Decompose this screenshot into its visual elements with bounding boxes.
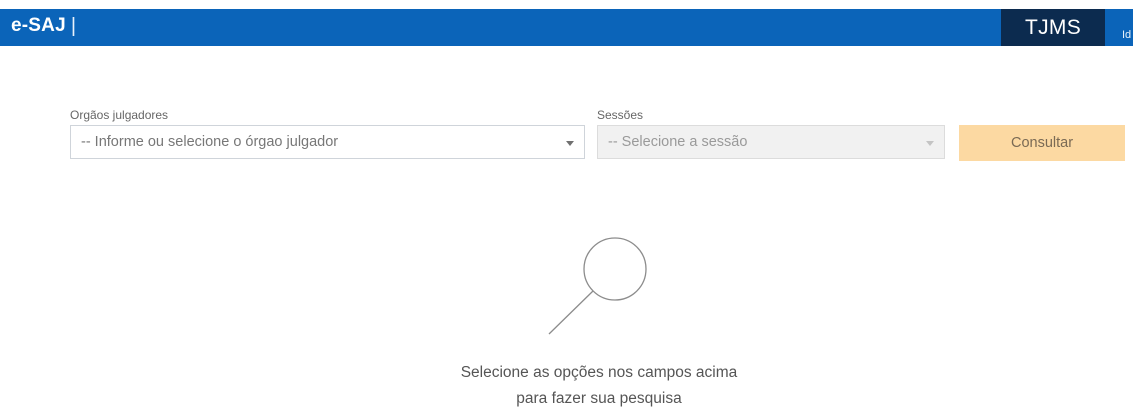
empty-state-message: Selecione as opções nos campos acima par… [383, 360, 815, 412]
app-name: e-SAJ [11, 15, 66, 36]
brand-separator: | [70, 14, 77, 37]
chevron-down-icon [566, 141, 574, 146]
empty-state-line-1: Selecione as opções nos campos acima [460, 364, 738, 381]
sessoes-placeholder: -- Selecione a sessão [608, 134, 748, 150]
sessoes-label: Sessões [597, 108, 644, 122]
sessoes-select[interactable]: -- Selecione a sessão [597, 125, 945, 159]
user-identification-link[interactable]: Id [1122, 29, 1131, 41]
orgaos-julgadores-select[interactable]: -- Informe ou selecione o órgao julgador [70, 125, 585, 159]
chevron-down-icon [926, 141, 934, 146]
empty-state-line-2: para fazer sua pesquisa [516, 390, 682, 407]
magnifier-icon [548, 237, 647, 335]
top-navigation-bar: e-SAJ | TJMS Id [0, 9, 1133, 46]
app-brand[interactable]: e-SAJ | [11, 11, 76, 41]
orgaos-julgadores-placeholder: -- Informe ou selecione o órgao julgador [81, 134, 339, 150]
orgaos-julgadores-label: Orgãos julgadores [70, 108, 169, 122]
consultar-button[interactable]: Consultar [959, 125, 1125, 161]
org-badge[interactable]: TJMS [1001, 9, 1105, 46]
